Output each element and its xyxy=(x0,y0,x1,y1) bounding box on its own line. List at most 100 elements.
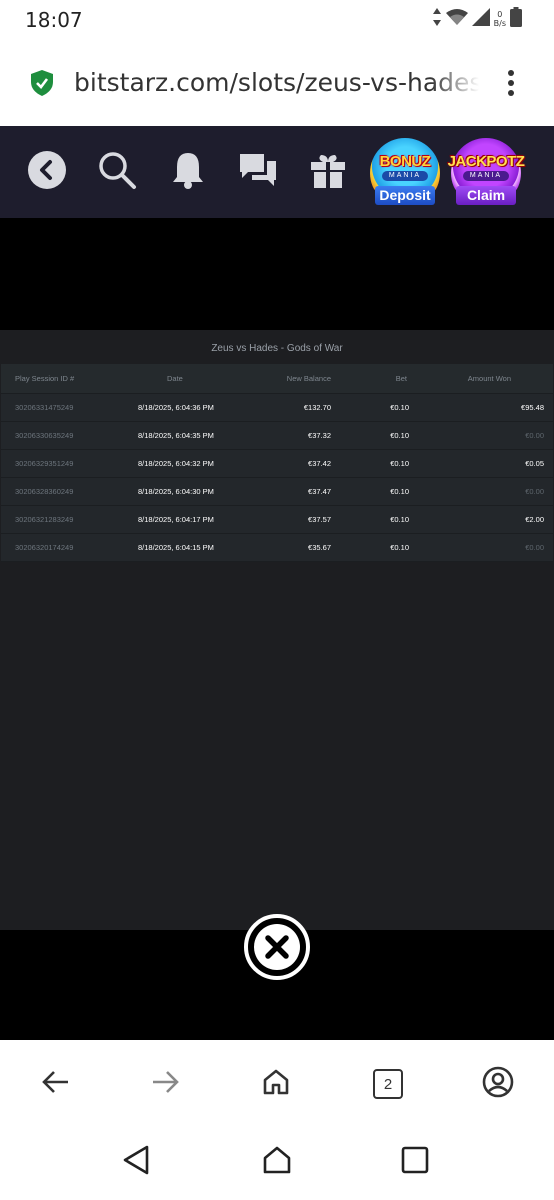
session-id: 30206330635249 xyxy=(15,431,74,440)
status-bar: 18:07 0 B/s xyxy=(0,0,554,38)
home-outline-icon xyxy=(262,1145,292,1180)
notifications-button[interactable] xyxy=(166,150,210,194)
gift-button[interactable] xyxy=(306,150,350,194)
new-balance: €35.67 xyxy=(308,543,331,552)
amount-won: €2.00 xyxy=(525,515,544,524)
tab-count: 2 xyxy=(373,1069,403,1099)
menu-dot xyxy=(508,80,514,86)
signal-icon xyxy=(471,7,490,31)
account-button[interactable] xyxy=(480,1066,516,1102)
bonuz-subtitle: MANIA xyxy=(382,171,428,181)
table-row: 30206329351249 8/18/2025, 6:04:32 PM €37… xyxy=(1,450,553,478)
column-header-id: Play Session ID # xyxy=(15,374,75,383)
arrow-left-icon xyxy=(41,1070,69,1099)
browser-home-button[interactable] xyxy=(258,1066,294,1102)
site-nav: BONUZ MANIA Deposit JACKPOTZ MANIA Claim xyxy=(0,126,554,218)
game-area-top xyxy=(0,218,554,330)
arrow-right-icon xyxy=(152,1070,180,1099)
browser-forward-button[interactable] xyxy=(148,1066,184,1102)
chat-button[interactable] xyxy=(236,150,280,194)
amount-won: €0.00 xyxy=(525,543,544,552)
column-header-balance: New Balance xyxy=(286,374,331,383)
close-icon xyxy=(254,924,300,970)
system-nav-bar xyxy=(0,1128,554,1200)
date: 8/18/2025, 6:04:17 PM xyxy=(138,515,214,524)
jackpotz-subtitle: MANIA xyxy=(463,171,509,181)
url-text[interactable]: bitstarz.com/slots/zeus-vs-hades-gods-of… xyxy=(74,68,479,97)
wifi-icon xyxy=(445,8,468,31)
bet: €0.10 xyxy=(390,431,409,440)
session-id: 30206320174249 xyxy=(15,543,74,552)
close-history-button[interactable] xyxy=(244,914,310,980)
menu-dot xyxy=(508,70,514,76)
date: 8/18/2025, 6:04:15 PM xyxy=(138,543,214,552)
column-header-bet: Bet xyxy=(395,374,407,383)
table-row: 30206321283249 8/18/2025, 6:04:17 PM €37… xyxy=(1,506,553,534)
bet: €0.10 xyxy=(390,543,409,552)
bonuz-mania-deposit-button[interactable]: BONUZ MANIA Deposit xyxy=(370,138,440,208)
data-arrows-icon xyxy=(432,7,442,31)
chat-icon xyxy=(238,152,278,193)
bonuz-title: BONUZ xyxy=(379,153,431,170)
amount-won: €95.48 xyxy=(521,403,544,412)
table-header: Play Session ID # Date New Balance Bet A… xyxy=(1,364,553,394)
date: 8/18/2025, 6:04:32 PM xyxy=(138,459,214,468)
date: 8/18/2025, 6:04:35 PM xyxy=(138,431,214,440)
table-row: 30206331475249 8/18/2025, 6:04:36 PM €13… xyxy=(1,394,553,422)
amount-won: €0.00 xyxy=(525,431,544,440)
tabs-button[interactable]: 2 xyxy=(370,1066,406,1102)
url-bar[interactable]: bitstarz.com/slots/zeus-vs-hades-gods-of… xyxy=(0,38,554,126)
screen: 18:07 0 B/s bitstarz.com/slots/zeus-vs-h… xyxy=(0,0,554,1200)
square-recents-icon xyxy=(401,1146,429,1179)
bet: €0.10 xyxy=(390,487,409,496)
gift-icon xyxy=(309,151,347,194)
column-header-date: Date xyxy=(167,374,183,383)
browser-menu-button[interactable] xyxy=(500,68,522,98)
session-id: 30206329351249 xyxy=(15,459,74,468)
amount-won: €0.05 xyxy=(525,459,544,468)
system-recents-button[interactable] xyxy=(397,1144,433,1180)
game-history-panel: Zeus vs Hades - Gods of War Play Session… xyxy=(0,330,554,930)
system-back-button[interactable] xyxy=(118,1144,154,1180)
home-icon xyxy=(262,1068,290,1101)
new-balance: €37.32 xyxy=(308,431,331,440)
new-balance: €132.70 xyxy=(303,403,331,412)
battery-icon xyxy=(510,6,522,32)
claim-label: Claim xyxy=(456,186,516,205)
bet: €0.10 xyxy=(390,403,409,412)
net-speed-value: 0 xyxy=(497,10,503,19)
menu-dot xyxy=(508,90,514,96)
triangle-back-icon xyxy=(122,1145,150,1180)
system-home-button[interactable] xyxy=(259,1144,295,1180)
net-speed: 0 B/s xyxy=(494,10,506,28)
jackpotz-title: JACKPOTZ xyxy=(447,153,525,170)
bet: €0.10 xyxy=(390,515,409,524)
date: 8/18/2025, 6:04:36 PM xyxy=(138,403,214,412)
back-button[interactable] xyxy=(25,150,69,194)
status-time: 18:07 xyxy=(25,8,83,32)
session-id: 30206331475249 xyxy=(15,403,74,412)
session-id: 30206328360249 xyxy=(15,487,74,496)
status-icons: 0 B/s xyxy=(432,6,522,32)
table-row: 30206328360249 8/18/2025, 6:04:30 PM €37… xyxy=(1,478,553,506)
column-header-won: Amount Won xyxy=(467,374,511,383)
table-row: 30206320174249 8/18/2025, 6:04:15 PM €35… xyxy=(1,534,553,562)
search-icon xyxy=(97,150,137,195)
bell-icon xyxy=(172,151,204,194)
table-row: 30206330635249 8/18/2025, 6:04:35 PM €37… xyxy=(1,422,553,450)
net-speed-unit: B/s xyxy=(493,19,506,28)
bet: €0.10 xyxy=(390,459,409,468)
browser-back-button[interactable] xyxy=(37,1066,73,1102)
search-button[interactable] xyxy=(95,150,139,194)
session-id: 30206321283249 xyxy=(15,515,74,524)
account-icon xyxy=(482,1066,514,1103)
jackpotz-mania-claim-button[interactable]: JACKPOTZ MANIA Claim xyxy=(448,138,525,208)
security-shield-icon[interactable] xyxy=(31,70,53,101)
back-icon xyxy=(28,150,66,194)
game-history-table: Play Session ID # Date New Balance Bet A… xyxy=(1,364,553,562)
new-balance: €37.57 xyxy=(308,515,331,524)
new-balance: €37.42 xyxy=(308,459,331,468)
game-history-title: Zeus vs Hades - Gods of War xyxy=(211,343,343,354)
deposit-label: Deposit xyxy=(375,186,435,205)
new-balance: €37.47 xyxy=(308,487,331,496)
